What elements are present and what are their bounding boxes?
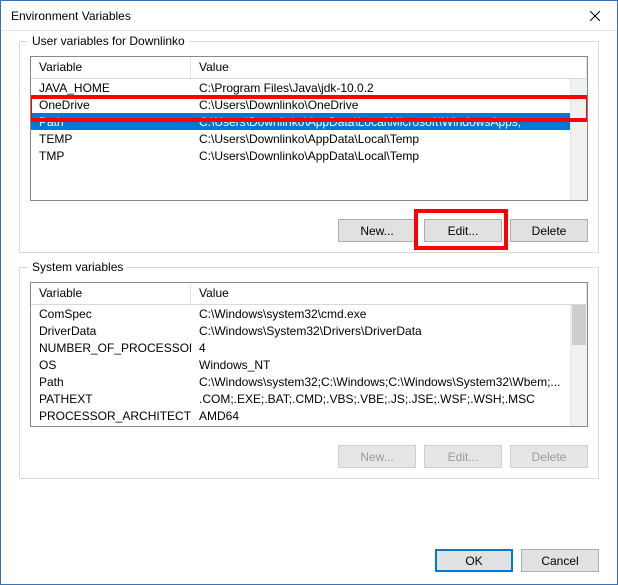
edit-button[interactable]: Edit... <box>424 445 502 468</box>
header-value[interactable]: Value <box>191 57 587 78</box>
dialog-buttons: OK Cancel <box>1 547 617 584</box>
variable-name: ComSpec <box>31 307 191 321</box>
variable-value: C:\Windows\system32;C:\Windows;C:\Window… <box>191 375 587 389</box>
new-button[interactable]: New... <box>338 219 416 242</box>
variable-name: JAVA_HOME <box>31 81 191 95</box>
variable-value: C:\Users\Downlinko\AppData\Local\Temp <box>191 132 587 146</box>
variable-name: Path <box>31 115 191 129</box>
variable-name: OS <box>31 358 191 372</box>
table-row[interactable]: OneDrive C:\Users\Downlinko\OneDrive <box>31 96 587 113</box>
scrollbar[interactable] <box>570 305 587 426</box>
table-row[interactable]: DriverData C:\Windows\System32\Drivers\D… <box>31 322 587 339</box>
user-variables-group: User variables for Downlinko Variable Va… <box>19 41 599 253</box>
list-header: Variable Value <box>31 57 587 79</box>
cancel-button[interactable]: Cancel <box>521 549 599 572</box>
window-title: Environment Variables <box>11 9 131 23</box>
new-button[interactable]: New... <box>338 445 416 468</box>
table-row[interactable]: Path C:\Windows\system32;C:\Windows;C:\W… <box>31 373 587 390</box>
header-value[interactable]: Value <box>191 283 587 304</box>
user-variable-rows: JAVA_HOME C:\Program Files\Java\jdk-10.0… <box>31 79 587 164</box>
delete-button[interactable]: Delete <box>510 219 588 242</box>
user-variables-list[interactable]: Variable Value JAVA_HOME C:\Program File… <box>30 56 588 201</box>
variable-name: DriverData <box>31 324 191 338</box>
close-button[interactable] <box>572 1 617 31</box>
variable-name: TMP <box>31 149 191 163</box>
variable-name: NUMBER_OF_PROCESSORS <box>31 341 191 355</box>
ok-button[interactable]: OK <box>435 549 513 572</box>
system-variables-label: System variables <box>28 260 127 274</box>
table-row[interactable]: TMP C:\Users\Downlinko\AppData\Local\Tem… <box>31 147 587 164</box>
user-buttons: New... Edit... Delete <box>30 219 588 242</box>
variable-name: TEMP <box>31 132 191 146</box>
table-row-selected[interactable]: Path C:\Users\Downlinko\AppData\Local\Mi… <box>31 113 587 130</box>
variable-value: AMD64 <box>191 409 587 423</box>
variable-name: Path <box>31 375 191 389</box>
scrollbar[interactable] <box>570 79 587 200</box>
user-variables-label: User variables for Downlinko <box>28 34 189 48</box>
variable-value: C:\Users\Downlinko\AppData\Local\Microso… <box>191 115 587 129</box>
header-variable[interactable]: Variable <box>31 57 191 78</box>
variable-value: C:\Program Files\Java\jdk-10.0.2 <box>191 81 587 95</box>
system-variables-group: System variables Variable Value ComSpec … <box>19 267 599 479</box>
system-buttons: New... Edit... Delete <box>30 445 588 468</box>
variable-name: PROCESSOR_ARCHITECTURE <box>31 409 191 423</box>
environment-variables-dialog: Environment Variables User variables for… <box>0 0 618 585</box>
variable-value: C:\Users\Downlinko\AppData\Local\Temp <box>191 149 587 163</box>
table-row[interactable]: JAVA_HOME C:\Program Files\Java\jdk-10.0… <box>31 79 587 96</box>
variable-value: C:\Windows\System32\Drivers\DriverData <box>191 324 587 338</box>
variable-name: OneDrive <box>31 98 191 112</box>
edit-button[interactable]: Edit... <box>424 219 502 242</box>
titlebar: Environment Variables <box>1 1 617 31</box>
table-row[interactable]: OS Windows_NT <box>31 356 587 373</box>
dialog-body: User variables for Downlinko Variable Va… <box>1 31 617 547</box>
system-variables-list[interactable]: Variable Value ComSpec C:\Windows\system… <box>30 282 588 427</box>
table-row[interactable]: NUMBER_OF_PROCESSORS 4 <box>31 339 587 356</box>
variable-value: Windows_NT <box>191 358 587 372</box>
variable-value: 4 <box>191 341 587 355</box>
variable-value: .COM;.EXE;.BAT;.CMD;.VBS;.VBE;.JS;.JSE;.… <box>191 392 587 406</box>
variable-value: C:\Windows\system32\cmd.exe <box>191 307 587 321</box>
variable-name: PATHEXT <box>31 392 191 406</box>
scrollbar-thumb[interactable] <box>572 305 586 345</box>
close-icon <box>590 11 600 21</box>
header-variable[interactable]: Variable <box>31 283 191 304</box>
table-row[interactable]: ComSpec C:\Windows\system32\cmd.exe <box>31 305 587 322</box>
list-header: Variable Value <box>31 283 587 305</box>
table-row[interactable]: TEMP C:\Users\Downlinko\AppData\Local\Te… <box>31 130 587 147</box>
system-variable-rows: ComSpec C:\Windows\system32\cmd.exe Driv… <box>31 305 587 424</box>
table-row[interactable]: PATHEXT .COM;.EXE;.BAT;.CMD;.VBS;.VBE;.J… <box>31 390 587 407</box>
table-row[interactable]: PROCESSOR_ARCHITECTURE AMD64 <box>31 407 587 424</box>
delete-button[interactable]: Delete <box>510 445 588 468</box>
variable-value: C:\Users\Downlinko\OneDrive <box>191 98 587 112</box>
